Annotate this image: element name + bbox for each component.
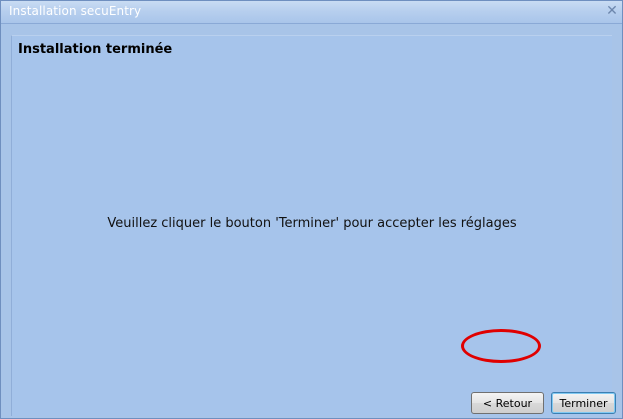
finish-button[interactable]: Terminer (551, 392, 616, 414)
title-bar[interactable]: Installation secuEntry ✕ (1, 1, 622, 24)
installer-window: Installation secuEntry ✕ Installation te… (0, 0, 623, 419)
instruction-message: Veuillez cliquer le bouton 'Terminer' po… (107, 216, 517, 231)
red-annotation-circle (461, 329, 541, 363)
back-button[interactable]: < Retour (471, 392, 544, 414)
close-icon[interactable]: ✕ (604, 3, 620, 19)
window-title: Installation secuEntry (9, 4, 142, 18)
page-title: Installation terminée (18, 42, 173, 57)
